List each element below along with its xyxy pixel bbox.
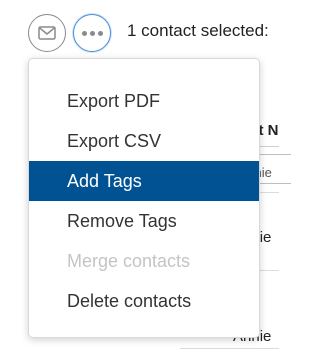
actions-dropdown-menu: Export PDF Export CSV Add Tags Remove Ta…: [28, 58, 260, 338]
more-horizontal-icon: [81, 30, 103, 36]
selection-count-label: 1 contact selected:: [127, 21, 269, 40]
menu-item-merge-contacts: Merge contacts: [67, 251, 191, 271]
menu-item-export-csv[interactable]: Export CSV: [29, 121, 259, 161]
menu-item-export-pdf[interactable]: Export PDF: [29, 81, 259, 121]
more-actions-button[interactable]: [73, 14, 111, 52]
menu-item-delete-contacts[interactable]: Delete contacts: [29, 281, 259, 321]
menu-item-add-tags[interactable]: Add Tags: [29, 161, 259, 201]
menu-item-remove-tags[interactable]: Remove Tags: [29, 201, 259, 241]
mail-icon: [38, 26, 56, 40]
row-divider: [180, 348, 279, 349]
email-button[interactable]: [28, 14, 66, 52]
